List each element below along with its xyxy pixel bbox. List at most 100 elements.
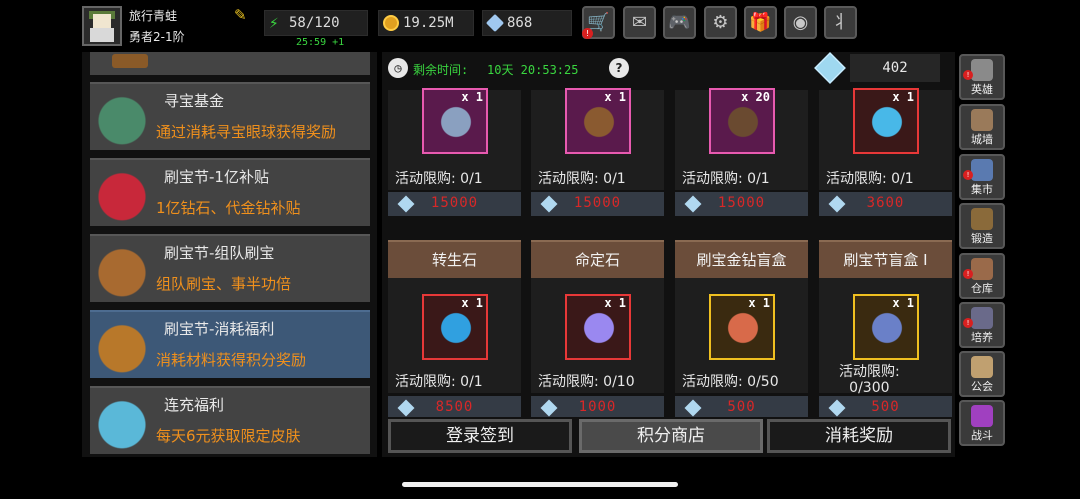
item-art-icon [582,311,616,345]
item-name: 命定石 [531,240,664,278]
help-icon[interactable]: ? [609,58,629,78]
price-bar[interactable]: 15000 [675,192,808,216]
event-list-item[interactable]: 刷宝节-消耗福利 消耗材料获得积分奖励 [90,310,370,378]
item-name: 刷宝节盲盒 I [819,240,952,278]
item-icon-frame[interactable]: x 1 [565,294,631,360]
shop-cart-button[interactable]: 🛒! [582,6,615,39]
nav-button[interactable]: 培养! [959,302,1005,348]
energy-timer: 25:59 +1 [296,37,345,48]
tab-login-checkin[interactable]: 登录签到 [388,419,572,453]
purchase-limit: 活动限购: 0/1 [538,171,626,187]
lightning-icon: ⚡ [269,13,279,32]
points-shop-panel: ◷ 剩余时间: 10天 20:53:25 ? 402 x 1 活动限购: 0/1 1… [382,52,955,457]
item-art-icon [870,105,904,139]
event-list-item-partial[interactable] [90,52,370,75]
item-icon-frame[interactable]: x 20 [709,88,775,154]
home-indicator[interactable] [402,482,678,487]
gift-button[interactable]: 🎁 [744,6,777,39]
nav-label: 公会 [971,380,993,393]
item-art-icon [439,105,473,139]
purchase-limit: 活动限购: 0/1 [826,171,914,187]
gem-value: 868 [507,15,533,31]
item-price: 3600 [866,195,905,211]
price-bar[interactable]: 3600 [819,192,952,216]
item-art-icon [582,105,616,139]
event-icon [94,90,150,146]
item-price: 1000 [578,399,617,415]
purchase-limit: 活动限购: 0/10 [538,374,635,390]
event-title: 刷宝节-消耗福利 [164,320,275,338]
event-list[interactable]: 寻宝基金 通过消耗寻宝眼球获得奖励 刷宝节-1亿补贴 1亿钻石、代金钻补贴 刷宝节-组队… [82,52,377,457]
item-price: 15000 [573,195,622,211]
remaining-time-value: 10天 20:53:25 [487,63,579,77]
nav-button[interactable]: 战斗 [959,400,1005,446]
item-quantity: x 1 [604,90,626,104]
item-quantity: x 1 [604,296,626,310]
nav-icon [971,109,993,131]
nav-button[interactable]: 城墙 [959,104,1005,150]
nav-label: 城墙 [971,133,993,146]
energy-value: 58/120 [289,15,340,31]
item-art-icon [726,105,760,139]
item-price: 500 [727,399,756,415]
nav-icon [971,307,993,329]
event-title: 刷宝节-组队刷宝 [164,244,275,262]
gold-counter[interactable]: 19.25M [378,10,474,36]
item-icon-frame[interactable]: x 1 [422,88,488,154]
item-quantity: x 1 [748,296,770,310]
item-icon-frame[interactable]: x 1 [565,88,631,154]
alert-badge: ! [963,70,973,80]
tab-consume-rewards[interactable]: 消耗奖励 [767,419,951,453]
clock-icon: ◷ [388,58,408,78]
purchase-limit: 活动限购: 0/50 [682,374,779,390]
nav-button[interactable]: 集市! [959,154,1005,200]
price-bar[interactable]: 15000 [388,192,521,216]
price-bar[interactable]: 15000 [531,192,664,216]
nav-icon [971,59,993,81]
player-name: 旅行青蛙 [129,9,178,23]
mail-button[interactable]: ✉ [623,6,656,39]
edit-name-icon[interactable]: ✎ [234,7,250,23]
top-bar: 旅行青蛙 勇者2-1阶 ✎ ⚡ 58/120 25:59 +1 19.25M 8… [0,0,1080,52]
item-icon-frame[interactable]: x 1 [853,88,919,154]
event-list-item[interactable]: 连充福利 每天6元获取限定皮肤 [90,386,370,454]
item-icon-frame[interactable]: x 1 [709,294,775,360]
color-wheel-button[interactable]: ◉ [784,6,817,39]
remaining-time-label: 剩余时间: [413,63,469,77]
item-price: 8500 [435,399,474,415]
event-list-item[interactable]: 刷宝节-组队刷宝 组队刷宝、事半功倍 [90,234,370,302]
event-list-item[interactable]: 寻宝基金 通过消耗寻宝眼球获得奖励 [90,82,370,150]
gold-value: 19.25M [403,15,454,31]
nav-button[interactable]: 锻造 [959,203,1005,249]
event-icon [94,394,150,450]
purchase-limit: 活动限购: 0/1 [395,171,483,187]
event-icon [112,54,148,68]
nav-button[interactable]: 英雄! [959,54,1005,100]
player-avatar[interactable] [82,6,122,46]
energy-counter[interactable]: ⚡ 58/120 [264,10,368,36]
diamond-icon [485,13,505,33]
nav-button[interactable]: 公会 [959,351,1005,397]
event-list-item[interactable]: 刷宝节-1亿补贴 1亿钻石、代金钻补贴 [90,158,370,226]
item-name: 刷宝金钻盲盒 [675,240,808,278]
item-art-icon [870,311,904,345]
gamepad-button[interactable]: 🎮 [663,6,696,39]
item-quantity: x 1 [461,90,483,104]
purchase-limit: 活动限购: 0/1 [682,171,770,187]
item-quantity: x 1 [892,90,914,104]
item-quantity: x 20 [741,90,770,104]
gear-button[interactable]: ⚙ [704,6,737,39]
item-icon-frame[interactable]: x 1 [853,294,919,360]
event-title: 寻宝基金 [164,92,225,110]
item-icon-frame[interactable]: x 1 [422,294,488,360]
wheat-button[interactable]: ⺦ [824,6,857,39]
purchase-limit: 活动限购: 0/300 [839,364,900,396]
gear-icon: ⚙ [712,12,729,33]
gem-counter[interactable]: 868 [482,10,572,36]
nav-label: 锻造 [971,232,993,245]
nav-label: 战斗 [971,429,993,442]
color-wheel-icon: ◉ [792,12,809,33]
nav-button[interactable]: 仓库! [959,253,1005,299]
tab-points-shop[interactable]: 积分商店 [579,419,763,453]
item-price: 15000 [717,195,766,211]
